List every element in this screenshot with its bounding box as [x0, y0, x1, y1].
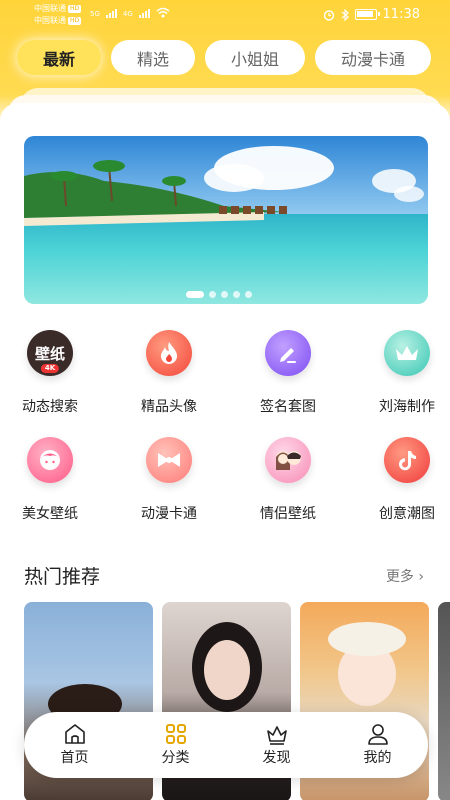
wifi-icon: [156, 7, 170, 18]
grid-item-notch[interactable]: 刘海制作: [352, 330, 450, 416]
carousel-indicator: [186, 291, 252, 298]
pen-icon: [265, 330, 311, 376]
carrier-1: 中国联通 HD: [34, 4, 82, 13]
user-icon: [367, 724, 388, 745]
bottom-navigation: 首页 分类 发现 我的: [24, 712, 428, 778]
nav-discover[interactable]: 发现: [237, 723, 317, 767]
diy-crown-icon: [384, 330, 430, 376]
grid-item-signature[interactable]: 签名套图: [233, 330, 343, 416]
signal-icon: [105, 9, 117, 18]
bow-icon: [146, 437, 192, 483]
carousel-dot[interactable]: [233, 291, 240, 298]
clock: 11:38: [382, 7, 420, 22]
carrier-2: 中国联通 HD: [34, 16, 82, 25]
wallpaper-4k-icon: 壁纸 4K: [27, 330, 73, 376]
chevron-right-icon: ›: [418, 569, 424, 585]
grid-item-beauty-wallpaper[interactable]: 美女壁纸: [0, 437, 105, 523]
carousel-dot[interactable]: [186, 291, 204, 298]
tab-girls[interactable]: 小姐姐: [205, 40, 305, 75]
banner-image: [24, 136, 428, 304]
signal-icon: [138, 9, 150, 18]
grid-item-avatars[interactable]: 精品头像: [114, 330, 224, 416]
category-tabs: 最新 精选 小姐姐 动漫卡通: [17, 40, 434, 75]
battery-icon: [354, 9, 380, 20]
more-link[interactable]: 更多 ›: [386, 566, 424, 586]
tab-featured[interactable]: 精选: [111, 40, 195, 75]
carousel-dot[interactable]: [209, 291, 216, 298]
bluetooth-icon: [341, 8, 349, 21]
home-icon: [64, 724, 85, 744]
grid-icon: [165, 724, 186, 744]
grid-item-dynamic-search[interactable]: 壁纸 4K 动态搜索: [0, 330, 105, 416]
thumbnail-card[interactable]: [438, 602, 450, 800]
signal-indicators: 5G 4G: [90, 7, 170, 18]
tab-latest[interactable]: 最新: [17, 40, 101, 75]
flame-icon: [146, 330, 192, 376]
nav-category[interactable]: 分类: [136, 723, 216, 767]
girl-face-icon: [27, 437, 73, 483]
status-bar: 中国联通 HD 中国联通 HD 5G 4G 11:38: [0, 0, 450, 30]
banner-carousel[interactable]: [24, 136, 428, 304]
nav-home[interactable]: 首页: [35, 723, 115, 767]
grid-item-anime[interactable]: 动漫卡通: [114, 437, 224, 523]
status-right: 11:38: [323, 7, 420, 22]
alarm-icon: [323, 9, 334, 21]
music-note-icon: [384, 437, 430, 483]
carousel-dot[interactable]: [221, 291, 228, 298]
grid-item-couple[interactable]: 情侣壁纸: [233, 437, 343, 523]
section-title-hot: 热门推荐: [24, 566, 101, 588]
carousel-dot[interactable]: [245, 291, 252, 298]
grid-item-creative[interactable]: 创意潮图: [352, 437, 450, 523]
tab-anime[interactable]: 动漫卡通: [315, 40, 431, 75]
nav-profile[interactable]: 我的: [338, 723, 418, 767]
couple-icon: [265, 437, 311, 483]
crown-icon: [266, 726, 287, 745]
